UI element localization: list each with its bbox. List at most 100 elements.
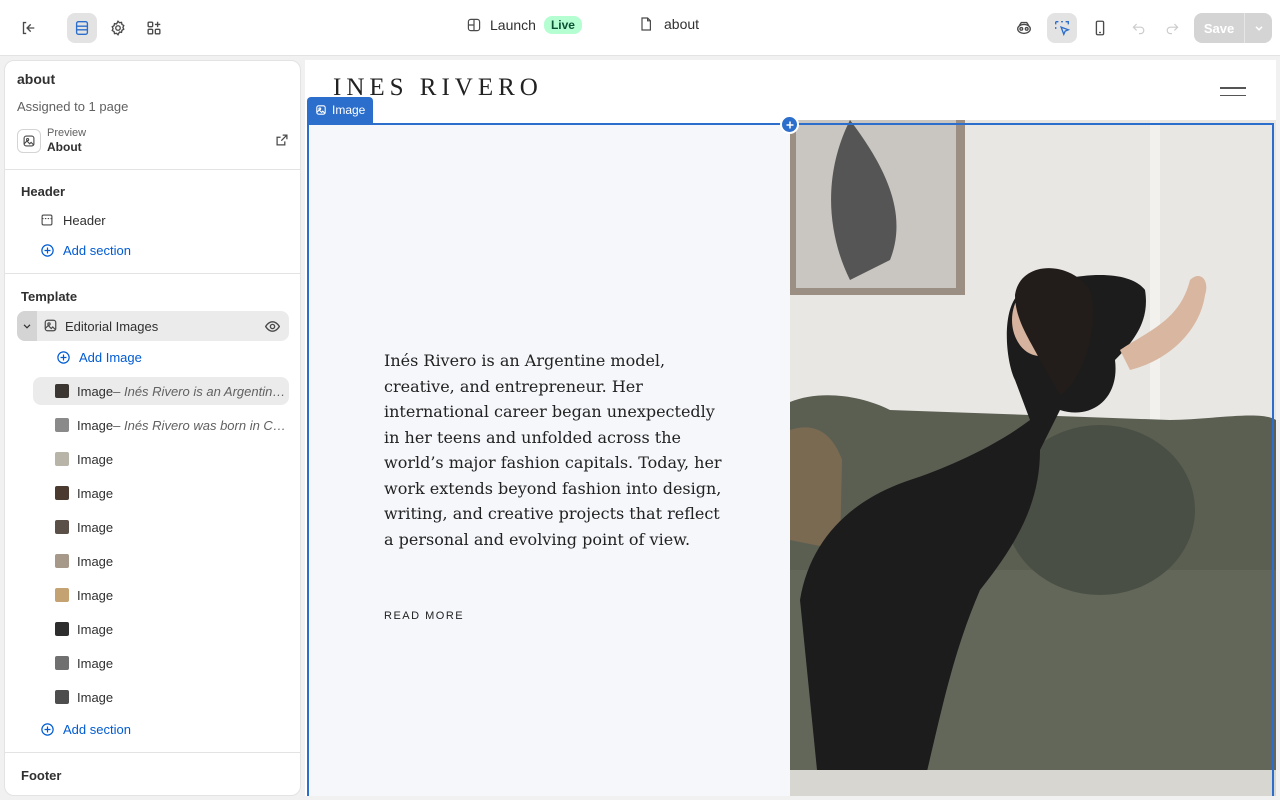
block-subtitle: – Inés Rivero was born in C… [113,417,286,433]
image-thumbnail [55,486,69,500]
image-thumbnail [55,690,69,704]
block-label: Image [77,383,114,399]
theme-icon [467,18,481,32]
add-section-header[interactable]: Add section [39,236,131,264]
section-label: Editorial Images [65,319,159,334]
plus-circle-icon [39,721,55,737]
top-bar: Launch Live about Save [0,0,1280,56]
undo-icon [1132,23,1145,35]
header-layout-icon [39,212,55,228]
menu-icon[interactable] [1220,87,1246,102]
block-item-image[interactable]: Image [55,615,113,643]
image-thumbnail [55,656,69,670]
block-item-image[interactable]: Image [55,581,113,609]
redo-button[interactable] [1157,13,1187,43]
block-label: Image [77,621,114,637]
block-item-image[interactable]: Image [55,479,113,507]
selection-outline [307,123,1274,796]
eye-icon[interactable] [264,318,281,338]
save-group: Save [1194,13,1272,43]
inspector-button[interactable] [1009,13,1039,43]
redo-icon [1166,23,1179,35]
header-section-label: Header [63,212,106,228]
header-group-title: Header [21,184,66,199]
block-label: Image [77,451,114,467]
selected-tag-label: Image [332,103,366,117]
preview-label: Preview [47,127,87,139]
block-subtitle: – Inés Rivero is an Argentin… [113,383,286,399]
block-item-image[interactable]: Image – Inés Rivero was born in C… [55,411,286,439]
block-label: Image [77,587,114,603]
block-item-image[interactable]: Image [55,649,113,677]
template-group-title: Template [21,289,78,304]
mobile-preview-button[interactable] [1085,13,1115,43]
assigned-text: Assigned to 1 page [17,99,129,114]
exit-button[interactable] [13,13,43,43]
exit-icon [22,21,35,35]
block-label: Image [77,553,114,569]
block-item-image[interactable]: Image [55,547,113,575]
add-image-label: Add Image [79,349,142,365]
block-label: Image [77,655,114,671]
preview-image-icon [17,129,41,153]
select-cursor-icon [1055,21,1071,37]
block-item-image[interactable]: Image [55,513,113,541]
plus-circle-icon [55,349,71,365]
image-thumbnail [55,588,69,602]
image-thumbnail [55,452,69,466]
theme-settings-button[interactable] [103,13,133,43]
block-item-image[interactable]: Image [55,683,113,711]
apps-button[interactable] [139,13,169,43]
image-thumbnail [55,554,69,568]
preview-selector[interactable]: Preview About [17,127,289,157]
divider [5,752,300,753]
sections-button[interactable] [67,13,97,43]
footer-group-title: Footer [21,768,62,783]
divider [5,169,300,170]
image-thumbnail [55,418,69,432]
mobile-icon [1095,20,1105,36]
page-name: about [664,16,700,32]
block-item-image[interactable]: Image [55,445,113,473]
external-link-icon[interactable] [275,133,289,150]
preview-canvas[interactable]: INES RIVERO Inés Rivero is an Argentine … [305,60,1276,796]
chevron-down-icon[interactable] [17,311,37,341]
block-label: Image [77,485,114,501]
section-image-icon [43,318,58,336]
live-badge: Live [543,16,582,34]
select-tool-button[interactable] [1047,13,1077,43]
image-thumbnail [55,384,69,398]
add-section-template[interactable]: Add section [39,715,131,743]
selected-block-tag[interactable]: Image [307,97,374,123]
launch-theme[interactable]: Launch Live [466,16,582,34]
site-header[interactable]: INES RIVERO [305,60,1276,120]
save-options-button[interactable] [1244,13,1272,43]
section-editorial-images[interactable]: Editorial Images [17,311,289,341]
page-icon [641,17,651,31]
page-selector[interactable]: about [638,16,699,32]
plus-icon [786,121,793,128]
save-button[interactable]: Save [1194,13,1244,43]
add-image-button[interactable]: Add Image [55,343,142,371]
block-label: Image [77,689,114,705]
sidebar: about Assigned to 1 page Preview About H… [4,60,301,796]
block-item-image[interactable]: Image – Inés Rivero is an Argentin… [55,377,285,405]
launch-label: Launch [490,17,536,33]
image-icon [316,105,326,115]
preview-value: About [47,140,82,154]
add-block-button[interactable] [780,115,799,134]
sections-icon [75,21,89,35]
template-title: about [17,71,56,87]
image-thumbnail [55,622,69,636]
header-section-item[interactable]: Header [39,206,106,234]
apps-icon [147,21,161,35]
image-thumbnail [55,520,69,534]
block-label: Image [77,519,114,535]
inspector-icon [1017,21,1031,35]
chevron-down-icon [1254,26,1263,31]
add-section-label: Add section [63,242,131,258]
block-label: Image [77,417,114,433]
undo-button[interactable] [1124,13,1154,43]
divider [5,273,300,274]
gear-icon [111,20,125,36]
